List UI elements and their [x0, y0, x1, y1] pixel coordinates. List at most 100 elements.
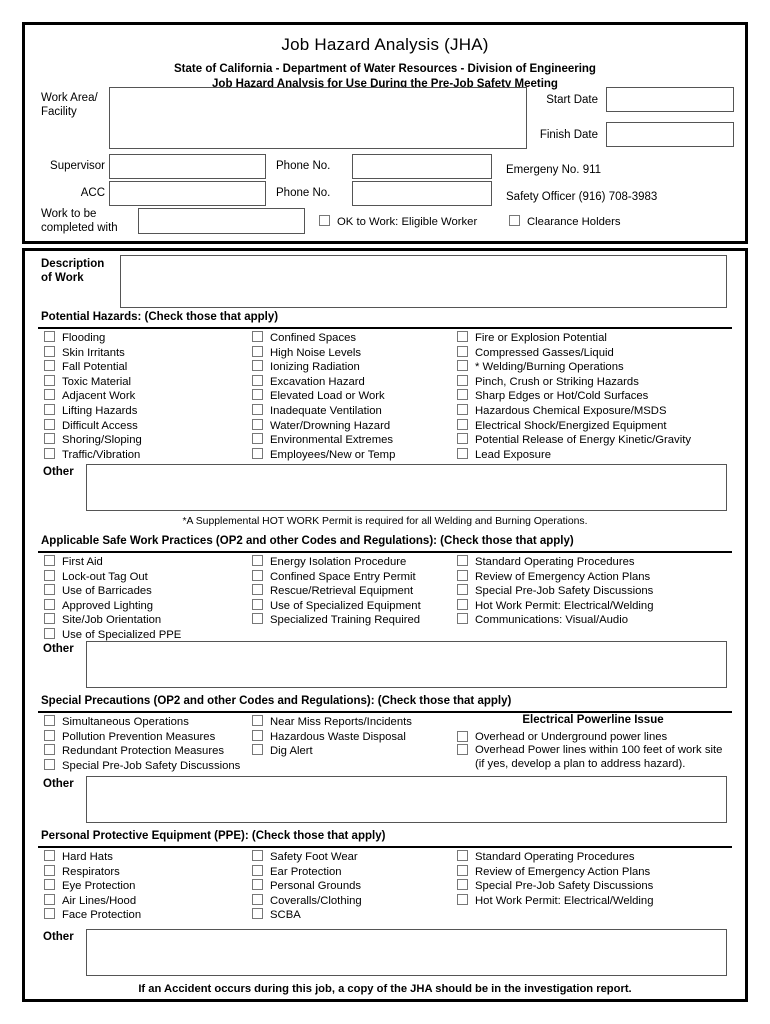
- safe-practice-item-row[interactable]: Energy Isolation Procedure: [252, 555, 421, 570]
- ppe-item-checkbox[interactable]: [252, 850, 263, 861]
- start-date-input[interactable]: [606, 87, 734, 112]
- safe-practice-item-row[interactable]: Standard Operating Procedures: [457, 555, 654, 570]
- ppe-item-checkbox[interactable]: [252, 893, 263, 905]
- ppe-item-checkbox[interactable]: [252, 879, 263, 891]
- hazard-item-checkbox[interactable]: [457, 418, 468, 430]
- safe-practice-item-row[interactable]: Confined Space Entry Permit: [252, 569, 421, 585]
- hazard-item-checkbox[interactable]: [44, 360, 55, 372]
- hazard-item-row[interactable]: Pinch, Crush or Striking Hazards: [457, 374, 691, 390]
- hazard-item-checkbox[interactable]: [252, 345, 263, 357]
- special-precaution-item-row[interactable]: Pollution Prevention Measures: [44, 729, 240, 745]
- acc-phone-input[interactable]: [352, 181, 492, 206]
- ok-to-work-checkbox-row[interactable]: OK to Work: Eligible Worker: [319, 215, 477, 230]
- ppe-item-checkbox[interactable]: [44, 879, 55, 891]
- ppe-item-row[interactable]: Hot Work Permit: Electrical/Welding: [457, 893, 654, 909]
- hazard-item-checkbox[interactable]: [44, 418, 55, 430]
- safe-practice-item-row[interactable]: Rescue/Retrieval Equipment: [252, 584, 421, 599]
- hazard-item-checkbox[interactable]: [252, 360, 263, 372]
- hazard-item-checkbox[interactable]: [44, 374, 55, 386]
- safe-practice-item-row[interactable]: Lock-out Tag Out: [44, 569, 181, 585]
- special-precaution-item-row[interactable]: Redundant Protection Measures: [44, 744, 240, 759]
- ppe-item-checkbox[interactable]: [44, 850, 55, 861]
- safe-practice-item-row[interactable]: Approved Lighting: [44, 598, 181, 614]
- special-precaution-item-checkbox[interactable]: [44, 744, 55, 756]
- hazard-item-checkbox[interactable]: [252, 389, 263, 401]
- powerline-item-row[interactable]: Overhead or Underground power lines: [457, 731, 729, 744]
- hazard-item-checkbox[interactable]: [252, 331, 263, 342]
- powerline-item-checkbox[interactable]: [457, 744, 468, 756]
- hazard-item-checkbox[interactable]: [457, 447, 468, 459]
- special-precaution-item-row[interactable]: Simultaneous Operations: [44, 715, 240, 730]
- special-precaution-item-checkbox[interactable]: [252, 715, 263, 726]
- hazard-item-checkbox[interactable]: [252, 418, 263, 430]
- ppe-item-row[interactable]: Review of Emergency Action Plans: [457, 864, 654, 880]
- acc-input[interactable]: [109, 181, 266, 206]
- safe-practice-item-checkbox[interactable]: [44, 598, 55, 610]
- hazard-item-checkbox[interactable]: [44, 447, 55, 459]
- powerline-item-checkbox[interactable]: [457, 731, 468, 742]
- ppe-item-checkbox[interactable]: [252, 908, 263, 920]
- safe-practice-item-checkbox[interactable]: [457, 584, 468, 596]
- ppe-item-checkbox[interactable]: [457, 864, 468, 876]
- ppe-item-row[interactable]: Eye Protection: [44, 879, 141, 894]
- hazard-item-checkbox[interactable]: [457, 345, 468, 357]
- supervisor-input[interactable]: [109, 154, 266, 179]
- ppe-item-checkbox[interactable]: [44, 893, 55, 905]
- ppe-item-row[interactable]: Face Protection: [44, 908, 141, 923]
- safe-practice-item-checkbox[interactable]: [44, 613, 55, 625]
- special-precaution-item-checkbox[interactable]: [44, 758, 55, 770]
- hazard-item-checkbox[interactable]: [457, 389, 468, 401]
- safe-practice-item-checkbox[interactable]: [44, 569, 55, 581]
- hazard-item-row[interactable]: Difficult Access: [44, 418, 142, 434]
- hazards-other-input[interactable]: [86, 464, 727, 511]
- safe-practice-item-checkbox[interactable]: [457, 569, 468, 581]
- hazard-item-checkbox[interactable]: [44, 345, 55, 357]
- hazard-item-row[interactable]: Shoring/Sloping: [44, 433, 142, 448]
- special-precaution-item-checkbox[interactable]: [44, 715, 55, 726]
- clearance-holders-checkbox-row[interactable]: Clearance Holders: [509, 215, 621, 230]
- hazard-item-row[interactable]: Flooding: [44, 331, 142, 346]
- ppe-item-row[interactable]: Ear Protection: [252, 864, 362, 880]
- safe-practice-item-row[interactable]: Specialized Training Required: [252, 613, 421, 628]
- special-precaution-item-checkbox[interactable]: [252, 744, 263, 756]
- hazard-item-checkbox[interactable]: [44, 331, 55, 342]
- hazard-item-checkbox[interactable]: [457, 433, 468, 445]
- ppe-item-row[interactable]: Personal Grounds: [252, 879, 362, 894]
- ppe-item-checkbox[interactable]: [252, 864, 263, 876]
- hazard-item-checkbox[interactable]: [457, 360, 468, 372]
- safe-practice-item-row[interactable]: Review of Emergency Action Plans: [457, 569, 654, 585]
- hazard-item-row[interactable]: * Welding/Burning Operations: [457, 360, 691, 375]
- work-completed-with-input[interactable]: [138, 208, 305, 234]
- hazard-item-row[interactable]: Toxic Material: [44, 374, 142, 390]
- clearance-holders-checkbox[interactable]: [509, 215, 520, 226]
- hazard-item-checkbox[interactable]: [457, 403, 468, 415]
- special-precaution-item-row[interactable]: Hazardous Waste Disposal: [252, 729, 412, 745]
- hazard-item-row[interactable]: Water/Drowning Hazard: [252, 418, 395, 434]
- hazard-item-checkbox[interactable]: [457, 374, 468, 386]
- hazard-item-row[interactable]: Traffic/Vibration: [44, 447, 142, 463]
- hazard-item-row[interactable]: Environmental Extremes: [252, 433, 395, 448]
- hazard-item-row[interactable]: Lead Exposure: [457, 447, 691, 463]
- ok-to-work-checkbox[interactable]: [319, 215, 330, 226]
- special-precaution-item-row[interactable]: Special Pre-Job Safety Discussions: [44, 758, 240, 774]
- safe-practice-item-checkbox[interactable]: [457, 555, 468, 566]
- finish-date-input[interactable]: [606, 122, 734, 147]
- safe-practice-item-checkbox[interactable]: [252, 555, 263, 566]
- hazard-item-row[interactable]: Inadequate Ventilation: [252, 403, 395, 419]
- safe-practice-item-checkbox[interactable]: [252, 613, 263, 625]
- hazard-item-checkbox[interactable]: [252, 374, 263, 386]
- hazard-item-row[interactable]: Elevated Load or Work: [252, 389, 395, 404]
- hazard-item-row[interactable]: Hazardous Chemical Exposure/MSDS: [457, 403, 691, 419]
- ppe-item-row[interactable]: Special Pre-Job Safety Discussions: [457, 879, 654, 894]
- safe-practice-item-row[interactable]: Special Pre-Job Safety Discussions: [457, 584, 654, 599]
- safe-practice-item-row[interactable]: Use of Specialized Equipment: [252, 598, 421, 614]
- hazard-item-row[interactable]: Adjacent Work: [44, 389, 142, 404]
- description-of-work-input[interactable]: [120, 255, 727, 308]
- special-precaution-item-row[interactable]: Dig Alert: [252, 744, 412, 759]
- safe-practice-item-checkbox[interactable]: [44, 555, 55, 566]
- hazard-item-checkbox[interactable]: [252, 447, 263, 459]
- special-precaution-item-row[interactable]: Near Miss Reports/Incidents: [252, 715, 412, 730]
- safe-practices-other-input[interactable]: [86, 641, 727, 688]
- hazard-item-checkbox[interactable]: [457, 331, 468, 342]
- work-area-input[interactable]: [109, 87, 527, 149]
